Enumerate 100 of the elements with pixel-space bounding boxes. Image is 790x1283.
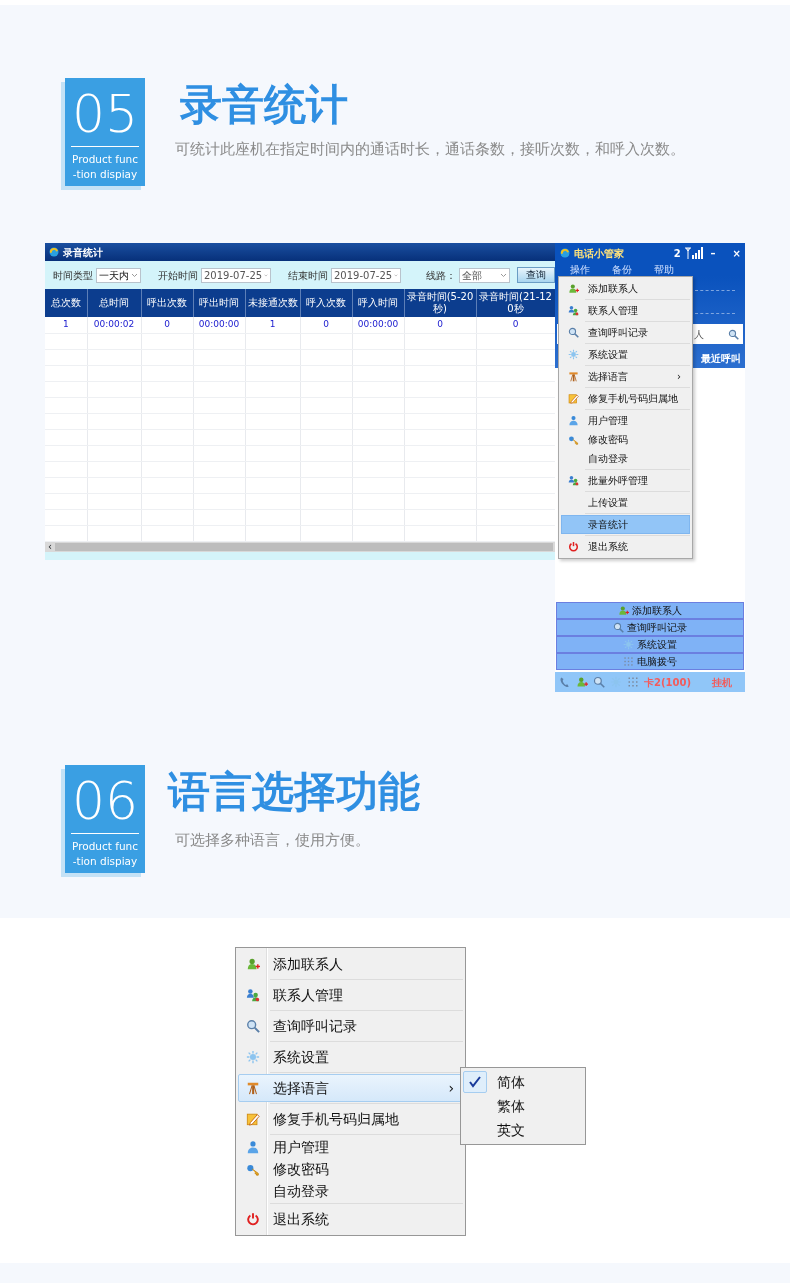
panel-button[interactable]: 系统设置 bbox=[556, 636, 744, 653]
menu-item[interactable]: 查询呼叫记录 bbox=[238, 1012, 463, 1040]
people-icon bbox=[246, 988, 260, 1002]
section-number: 05 bbox=[71, 78, 139, 147]
table-cell: 1 bbox=[62, 319, 69, 329]
column-header: 呼出次数 bbox=[141, 289, 193, 317]
person-plus-icon bbox=[246, 957, 260, 971]
signal-number: 2 bbox=[673, 246, 681, 261]
menu-bar-item[interactable]: 备份 bbox=[612, 263, 632, 276]
menu-item[interactable]: 查询呼叫记录 bbox=[561, 323, 690, 342]
menu-item[interactable]: 系统设置 bbox=[238, 1043, 463, 1071]
menu-item[interactable]: 自动登录 bbox=[238, 1180, 463, 1202]
close-button[interactable]: × bbox=[732, 245, 741, 261]
section-number: 06 bbox=[71, 765, 139, 834]
key-icon bbox=[246, 1162, 260, 1176]
column-header: 录音时间(21-120秒 bbox=[476, 289, 555, 317]
pencil-note-icon bbox=[567, 393, 579, 404]
scrollbar-thumb[interactable] bbox=[55, 543, 553, 551]
filter-label: 开始时间 bbox=[158, 268, 198, 283]
people-icon bbox=[567, 305, 579, 316]
scroll-left-arrow[interactable]: ‹ bbox=[45, 543, 55, 551]
section-description: 可统计此座机在指定时间内的通话时长，通话条数，接听次数，和呼入次数。 bbox=[175, 139, 685, 161]
menu-item[interactable]: 简体 bbox=[463, 1070, 583, 1094]
easel-icon bbox=[246, 1081, 260, 1095]
search-icon bbox=[613, 622, 624, 633]
line-status: 卡2(100) bbox=[644, 675, 691, 690]
window-title: 录音统计 bbox=[63, 245, 103, 260]
menu-item[interactable]: 英文 bbox=[463, 1118, 583, 1142]
search-icon bbox=[246, 1019, 260, 1033]
search-icon bbox=[728, 328, 739, 340]
panel-button[interactable]: 电脑拨号 bbox=[556, 653, 744, 670]
keypad-icon bbox=[627, 676, 639, 688]
app-logo-icon bbox=[48, 246, 60, 258]
dropdown[interactable]: 一天内 bbox=[96, 267, 141, 283]
filter-label: 时间类型 bbox=[53, 268, 93, 283]
key-icon bbox=[567, 434, 579, 445]
menu-item[interactable]: 选择语言 › bbox=[238, 1074, 463, 1102]
menu-item[interactable]: 添加联系人 bbox=[238, 950, 463, 978]
menu-item[interactable]: 添加联系人 bbox=[561, 279, 690, 298]
table-cell: 00:00:00 bbox=[357, 319, 399, 329]
handset-icon bbox=[559, 676, 571, 688]
date-field[interactable]: 2019-07-25 bbox=[201, 267, 271, 283]
table-cell: 1 bbox=[269, 319, 276, 329]
tab[interactable]: 最近呼叫 bbox=[701, 351, 741, 366]
filter-label: 线路： bbox=[426, 268, 456, 283]
pencil-note-icon bbox=[246, 1112, 260, 1126]
app-title: 电话小管家 bbox=[574, 246, 624, 261]
menu-item[interactable]: 修改密码 bbox=[238, 1158, 463, 1180]
power-icon bbox=[567, 541, 579, 552]
menu-item[interactable]: 批量外呼管理 bbox=[561, 471, 690, 490]
section-title: 录音统计 bbox=[180, 82, 349, 129]
menu-item[interactable]: 修复手机号码归属地 bbox=[561, 389, 690, 408]
date-field[interactable]: 2019-07-25 bbox=[331, 267, 401, 283]
filter-label: 结束时间 bbox=[288, 268, 328, 283]
panel-button[interactable]: 查询呼叫记录 bbox=[556, 619, 744, 636]
search-icon bbox=[567, 327, 579, 338]
menu-item[interactable]: 系统设置 bbox=[561, 345, 690, 364]
query-button[interactable]: 查询 bbox=[517, 267, 555, 283]
settings-icon bbox=[246, 1050, 260, 1064]
menu-item[interactable]: 上传设置 bbox=[561, 493, 690, 512]
user-icon bbox=[567, 415, 579, 426]
menu-item[interactable]: 退出系统 bbox=[238, 1205, 463, 1233]
badge-caption: -tion dispiay bbox=[71, 854, 139, 869]
menu-item[interactable]: 修改密码 bbox=[561, 430, 690, 449]
menu-item[interactable]: 用户管理 bbox=[238, 1136, 463, 1158]
people-icon bbox=[567, 475, 579, 486]
menu-item[interactable]: 用户管理 bbox=[561, 411, 690, 430]
menu-item[interactable]: 选择语言 › bbox=[561, 367, 690, 386]
table-cell: 0 bbox=[437, 319, 443, 329]
menu-item[interactable]: 繁体 bbox=[463, 1094, 583, 1118]
badge-caption: Product func bbox=[71, 839, 139, 854]
menu-bar-item[interactable]: 操作 bbox=[570, 263, 590, 276]
menu-item[interactable]: 自动登录 bbox=[561, 449, 690, 468]
column-header: 总次数 bbox=[45, 289, 87, 317]
section-title: 语言选择功能 bbox=[168, 769, 420, 816]
minimize-button[interactable]: – bbox=[710, 245, 716, 261]
menu-item[interactable]: 联系人管理 bbox=[561, 301, 690, 320]
table-cell: 00:00:00 bbox=[198, 319, 240, 329]
badge-caption: -tion dispiay bbox=[71, 167, 139, 182]
menu-item[interactable]: 录音统计 bbox=[561, 515, 690, 534]
user-icon bbox=[246, 1140, 260, 1154]
menu-item[interactable]: 退出系统 bbox=[561, 537, 690, 556]
menu-bar-item[interactable]: 帮助 bbox=[654, 263, 674, 276]
dropdown[interactable]: 全部 bbox=[459, 267, 510, 283]
panel-button[interactable]: 添加联系人 bbox=[556, 602, 744, 619]
signal-icon bbox=[683, 247, 704, 259]
person-plus-icon bbox=[618, 605, 629, 616]
section-description: 可选择多种语言，使用方便。 bbox=[175, 830, 371, 852]
column-header: 未接通次数 bbox=[245, 289, 300, 317]
easel-icon bbox=[567, 371, 579, 382]
column-header: 呼出时间 bbox=[193, 289, 245, 317]
power-icon bbox=[246, 1212, 260, 1226]
column-header: 呼入时间 bbox=[352, 289, 404, 317]
caret-icon bbox=[131, 272, 138, 278]
table-cell: 0 bbox=[323, 319, 329, 329]
keypad-icon bbox=[623, 656, 634, 667]
menu-item[interactable]: 联系人管理 bbox=[238, 981, 463, 1009]
search-icon bbox=[593, 676, 605, 688]
settings-icon bbox=[567, 349, 579, 360]
column-header: 总时间 bbox=[87, 289, 141, 317]
